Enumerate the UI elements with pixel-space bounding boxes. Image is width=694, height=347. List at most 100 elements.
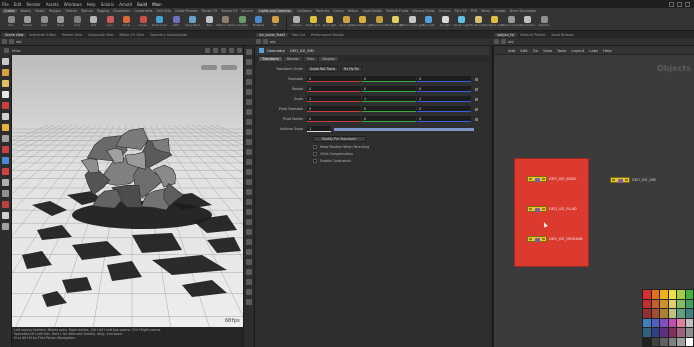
menu-item[interactable]: Windows [64, 2, 82, 7]
shelf-tool[interactable]: Null [86, 15, 102, 30]
uniform-scale-field[interactable]: 1 [307, 126, 331, 132]
shelf-tab[interactable]: Volume [241, 9, 253, 13]
forward-icon[interactable] [263, 39, 268, 44]
palette-swatch[interactable] [677, 328, 685, 337]
forward-icon[interactable] [501, 39, 506, 44]
palette-swatch[interactable] [668, 337, 676, 346]
uniform-scale-slider[interactable] [334, 127, 474, 131]
panel-tab[interactable]: Geometry Spreadsheet [147, 33, 190, 37]
shelf-tool[interactable]: Tube [36, 15, 52, 30]
palette-swatch[interactable] [660, 318, 668, 327]
shelf-tool[interactable]: Box [3, 15, 19, 30]
palette-swatch[interactable] [660, 309, 668, 318]
desktop-name[interactable]: Main [152, 2, 162, 7]
back-icon[interactable] [256, 39, 261, 44]
viewport-tool-icon[interactable] [2, 201, 9, 208]
viewport-tool-icon[interactable] [2, 190, 9, 197]
color-palette[interactable] [642, 289, 694, 347]
shelf-tool[interactable]: Camera [289, 15, 305, 30]
shelf-tool[interactable]: Caustic Light [453, 15, 470, 30]
node-geo-ice-fluid[interactable]: GEO_ICE_FLUID [527, 206, 577, 212]
display-tool-icon[interactable] [245, 139, 252, 145]
y-field[interactable]: 0 [362, 116, 416, 122]
network-menu-item[interactable]: Help [603, 48, 612, 53]
shelf-tab[interactable]: Characters [113, 9, 130, 13]
shelf-tab[interactable]: Crowds [494, 9, 506, 13]
viewport-tool-icon[interactable] [2, 168, 9, 175]
shelf-tab[interactable]: Particle Fluids [386, 9, 408, 13]
z-field[interactable]: 0 [417, 106, 471, 112]
back-icon[interactable] [494, 39, 499, 44]
shelf-tool[interactable]: Geometry Light [352, 15, 373, 30]
palette-swatch[interactable] [677, 318, 685, 327]
network-box[interactable]: GEO_ICE_BODY GEO_ICE_FLUID GEO_ICE_GROUN… [514, 158, 589, 267]
shelf-tool[interactable]: Environment Light [400, 15, 424, 30]
menu-item[interactable]: Assets [46, 2, 59, 7]
display-tool-icon[interactable] [245, 119, 252, 125]
y-field[interactable]: 0 [362, 106, 416, 112]
palette-swatch[interactable] [643, 328, 651, 337]
shelf-tool[interactable]: File [267, 15, 283, 30]
palette-swatch[interactable] [668, 290, 676, 299]
shelf-tab[interactable]: Hair Utils [156, 9, 171, 13]
camera-menu-icon[interactable] [201, 65, 217, 70]
transform-order-dropdown[interactable]: Scale Rot Trans [307, 66, 339, 72]
display-tool-icon[interactable] [245, 149, 252, 155]
viewport-tool-icon[interactable] [2, 58, 9, 65]
shelf-tab[interactable]: Terrain FX [202, 9, 218, 13]
shelf-tool[interactable]: Area Light [338, 15, 354, 30]
display-tool-icon[interactable] [245, 69, 252, 75]
path-label[interactable]: obj [270, 40, 275, 44]
network-menu-item[interactable]: Layout [571, 48, 584, 53]
path-label[interactable]: obj [16, 40, 21, 44]
shelf-tab[interactable]: Lights and Cameras [257, 9, 293, 13]
shelf-tool[interactable]: Path [168, 15, 184, 30]
display-tool-icon[interactable] [245, 209, 252, 215]
close-icon[interactable] [685, 1, 690, 7]
palette-swatch[interactable] [651, 290, 659, 299]
palette-swatch[interactable] [677, 337, 685, 346]
shelf-tab[interactable]: Vellum [348, 9, 359, 13]
display-tool-icon[interactable] [245, 279, 252, 285]
path-label[interactable]: obj [508, 40, 513, 44]
scene-viewport[interactable]: 60fps [12, 55, 243, 327]
shelf-tool[interactable]: Draw Curve [152, 15, 168, 30]
shelf-tab[interactable]: Texture [81, 9, 93, 13]
z-field[interactable]: 0 [417, 86, 471, 92]
panel-tab[interactable]: Composite View [85, 33, 117, 37]
display-tool-icon[interactable] [245, 129, 252, 135]
settings-icon[interactable] [237, 48, 242, 53]
shelf-tool[interactable]: Volume Light [371, 15, 387, 30]
viewport-tool-icon[interactable] [2, 91, 9, 98]
shelf-tool[interactable]: Stereo Camera [501, 15, 521, 30]
palette-swatch[interactable] [685, 309, 693, 318]
viewport-tool-icon[interactable] [2, 113, 9, 120]
shelf-tab[interactable]: Modify [21, 9, 32, 13]
display-tool-icon[interactable] [245, 99, 252, 105]
palette-swatch[interactable] [685, 337, 693, 346]
param-tab[interactable]: Render [283, 56, 302, 61]
shelf-tool[interactable]: Spot Light [322, 15, 338, 30]
palette-swatch[interactable] [685, 299, 693, 308]
network-menu-item[interactable]: Add [508, 48, 515, 53]
shelf-tab[interactable]: Guide Process [175, 9, 197, 13]
display-tool-icon[interactable] [245, 169, 252, 175]
build-menu[interactable]: Build [137, 2, 147, 7]
palette-swatch[interactable] [660, 290, 668, 299]
shelf-tab[interactable]: Drive Simulation [510, 9, 537, 13]
viewport-tool-icon[interactable] [2, 80, 9, 87]
panel-tab[interactable]: Motion FX View [117, 33, 147, 37]
menu-item[interactable]: Arnold [119, 2, 132, 7]
grid-icon[interactable] [221, 48, 226, 53]
palette-swatch[interactable] [668, 299, 676, 308]
shelf-tool[interactable]: Switcher [536, 15, 552, 30]
shelf-tab[interactable]: Particles [316, 9, 329, 13]
checkbox[interactable] [313, 151, 317, 156]
channel-icon[interactable] [475, 87, 478, 91]
palette-swatch[interactable] [660, 328, 668, 337]
network-editor[interactable]: Add Edit Go View Tools Layout Labs Help Objects… [492, 46, 694, 347]
shelf-tab[interactable]: Polygon [49, 9, 62, 13]
viewport-tool-icon[interactable] [2, 223, 9, 230]
shelf-tool[interactable]: Sky Light [421, 15, 437, 30]
palette-swatch[interactable] [660, 299, 668, 308]
